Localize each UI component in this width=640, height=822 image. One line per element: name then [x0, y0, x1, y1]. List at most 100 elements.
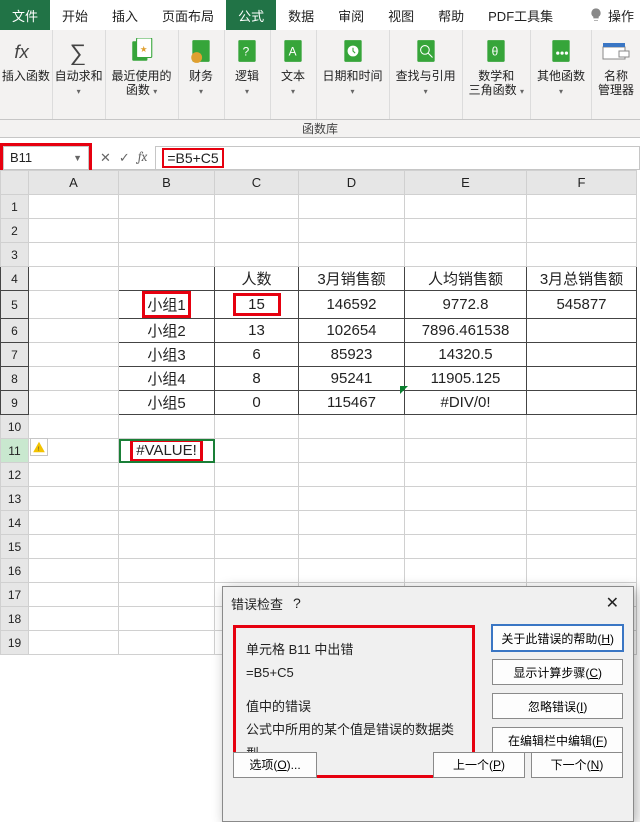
cell[interactable]: 8	[215, 367, 299, 391]
row-header[interactable]: 10	[1, 415, 29, 439]
cell[interactable]: 小组4	[119, 367, 215, 391]
cell[interactable]	[119, 267, 215, 291]
row-header[interactable]: 13	[1, 487, 29, 511]
tab-view[interactable]: 视图	[376, 0, 426, 30]
cell[interactable]: 146592	[299, 291, 405, 319]
help-on-error-button[interactable]: 关于此错误的帮助(H)	[492, 625, 623, 651]
row-header[interactable]: 2	[1, 219, 29, 243]
tab-insert[interactable]: 插入	[100, 0, 150, 30]
cell-C5[interactable]: 15	[215, 291, 299, 319]
ribbon-text[interactable]: A 文本▾	[271, 30, 317, 119]
cell[interactable]: 6	[215, 343, 299, 367]
cell[interactable]: 14320.5	[405, 343, 527, 367]
next-error-button[interactable]: 下一个(N)	[531, 752, 623, 778]
cell[interactable]: 95241	[299, 367, 405, 391]
row-header[interactable]: 3	[1, 243, 29, 267]
cell-E9[interactable]: #DIV/0!	[405, 391, 527, 415]
row-header[interactable]: 17	[1, 583, 29, 607]
row-header[interactable]: 1	[1, 195, 29, 219]
name-box-dropdown-icon[interactable]: ▼	[73, 153, 82, 163]
error-smart-tag[interactable]: !	[30, 438, 48, 456]
row-header[interactable]: 5	[1, 291, 29, 319]
cancel-formula-icon[interactable]: ✕	[100, 150, 111, 166]
row-header[interactable]: 4	[1, 267, 29, 291]
col-header-E[interactable]: E	[405, 171, 527, 195]
col-header-F[interactable]: F	[527, 171, 637, 195]
ribbon-name-manager[interactable]: 名称 管理器	[592, 30, 640, 119]
previous-error-button[interactable]: 上一个(P)	[433, 752, 525, 778]
cell[interactable]: 102654	[299, 319, 405, 343]
ribbon-logical[interactable]: ? 逻辑▾	[225, 30, 271, 119]
cell[interactable]	[527, 343, 637, 367]
cell[interactable]: 小组3	[119, 343, 215, 367]
cell[interactable]: 人数	[215, 267, 299, 291]
ribbon-math-trig[interactable]: θ 数学和 三角函数 ▾	[463, 30, 531, 119]
cell-B5[interactable]: 小组1	[119, 291, 215, 319]
tab-page-layout[interactable]: 页面布局	[150, 0, 226, 30]
ribbon-lookup[interactable]: 查找与引用▾	[390, 30, 463, 119]
row-header[interactable]: 11	[1, 439, 29, 463]
name-box[interactable]: B11 ▼	[3, 146, 89, 170]
row-header[interactable]: 14	[1, 511, 29, 535]
edit-in-formula-bar-button[interactable]: 在编辑栏中编辑(F)	[492, 727, 623, 753]
row-header[interactable]: 15	[1, 535, 29, 559]
cell[interactable]: 11905.125	[405, 367, 527, 391]
dialog-close-icon[interactable]: ✕	[600, 593, 625, 613]
cell[interactable]	[527, 367, 637, 391]
enter-formula-icon[interactable]: ✓	[119, 150, 130, 166]
cell[interactable]	[405, 195, 527, 219]
cell[interactable]: 7896.461538	[405, 319, 527, 343]
options-button[interactable]: 选项(O)...	[233, 752, 317, 778]
tell-me[interactable]: 操作	[576, 0, 640, 30]
row-header[interactable]: 7	[1, 343, 29, 367]
select-all-corner[interactable]	[1, 171, 29, 195]
row-header[interactable]: 19	[1, 631, 29, 655]
tab-formulas[interactable]: 公式	[226, 0, 276, 30]
cell[interactable]	[527, 391, 637, 415]
cell[interactable]: 9772.8	[405, 291, 527, 319]
ribbon-autosum[interactable]: ∑ 自动求和▾	[53, 30, 106, 119]
col-header-A[interactable]: A	[29, 171, 119, 195]
cell[interactable]: 85923	[299, 343, 405, 367]
cell[interactable]	[527, 319, 637, 343]
cell[interactable]: 小组2	[119, 319, 215, 343]
ribbon-datetime[interactable]: 日期和时间▾	[317, 30, 390, 119]
ribbon-more-functions[interactable]: 其他函数▾	[531, 30, 592, 119]
row-header[interactable]: 16	[1, 559, 29, 583]
ribbon-recent[interactable]: ★ 最近使用的 函数 ▾	[106, 30, 179, 119]
cell[interactable]: 0	[215, 391, 299, 415]
tab-home[interactable]: 开始	[50, 0, 100, 30]
dialog-help-icon[interactable]: ?	[283, 595, 311, 611]
row-header[interactable]: 12	[1, 463, 29, 487]
fx-button-icon[interactable]: fx	[138, 150, 148, 165]
cell[interactable]: 3月总销售额	[527, 267, 637, 291]
col-header-D[interactable]: D	[299, 171, 405, 195]
row-header[interactable]: 8	[1, 367, 29, 391]
show-calc-steps-button[interactable]: 显示计算步骤(C)	[492, 659, 623, 685]
ignore-error-button[interactable]: 忽略错误(I)	[492, 693, 623, 719]
ribbon-insert-function[interactable]: fx 插入函数	[0, 30, 53, 119]
row-header[interactable]: 9	[1, 391, 29, 415]
cell[interactable]: 3月销售额	[299, 267, 405, 291]
ribbon-financial[interactable]: 财务▾	[179, 30, 225, 119]
row-header[interactable]: 18	[1, 607, 29, 631]
tab-help[interactable]: 帮助	[426, 0, 476, 30]
col-header-B[interactable]: B	[119, 171, 215, 195]
tab-data[interactable]: 数据	[276, 0, 326, 30]
tab-file[interactable]: 文件	[0, 0, 50, 30]
tab-pdf-tools[interactable]: PDF工具集	[476, 0, 565, 30]
formula-bar[interactable]: =B5+C5	[155, 146, 640, 170]
cell[interactable]	[215, 195, 299, 219]
cell[interactable]: 115467	[299, 391, 405, 415]
cell[interactable]	[119, 195, 215, 219]
cell[interactable]: 人均销售额	[405, 267, 527, 291]
cell[interactable]	[527, 195, 637, 219]
col-header-C[interactable]: C	[215, 171, 299, 195]
cell[interactable]: 545877	[527, 291, 637, 319]
cell[interactable]: 小组5	[119, 391, 215, 415]
tab-review[interactable]: 审阅	[326, 0, 376, 30]
cell-B11-selected[interactable]: #VALUE!	[119, 439, 215, 463]
cell[interactable]	[299, 195, 405, 219]
cell[interactable]	[29, 195, 119, 219]
row-header[interactable]: 6	[1, 319, 29, 343]
